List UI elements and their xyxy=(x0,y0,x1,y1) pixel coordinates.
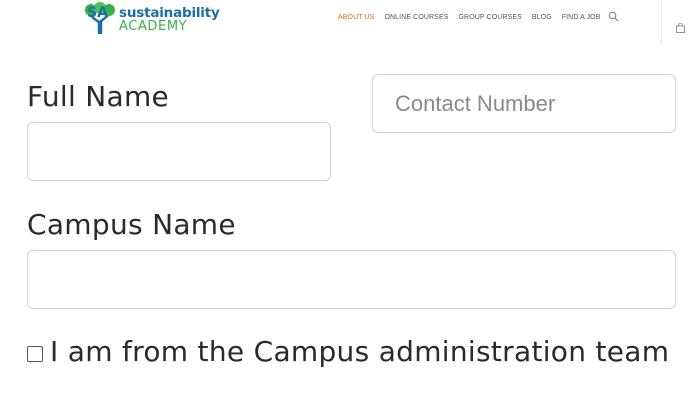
site-header: SA sustainability ACADEMY ABOUT US ONLIN… xyxy=(0,0,700,44)
campus-name-label: Campus Name xyxy=(27,208,236,241)
logo-tree-icon: SA xyxy=(85,2,115,34)
site-logo[interactable]: SA sustainability ACADEMY xyxy=(82,2,222,34)
full-name-label: Full Name xyxy=(27,80,170,113)
logo-text-line2: ACADEMY xyxy=(119,19,188,34)
admin-team-checkbox[interactable] xyxy=(27,346,43,362)
contact-number-input[interactable] xyxy=(372,74,676,133)
search-icon[interactable] xyxy=(608,11,619,22)
header-divider xyxy=(661,0,662,44)
admin-team-checkbox-label[interactable]: I am from the Campus administration team xyxy=(50,335,669,368)
nav-item-group-courses[interactable]: GROUP COURSES xyxy=(459,12,522,24)
campus-name-input[interactable] xyxy=(27,250,676,309)
nav-item-blog[interactable]: BLOG xyxy=(532,12,552,24)
logo-mark-text: SA xyxy=(87,5,108,21)
nav-item-online-courses[interactable]: ONLINE COURSES xyxy=(384,12,448,24)
shopping-bag-icon[interactable] xyxy=(676,23,685,33)
full-name-input[interactable] xyxy=(27,122,331,181)
nav-item-about-us[interactable]: ABOUT US xyxy=(338,12,374,24)
main-nav: ABOUT US ONLINE COURSES GROUP COURSES BL… xyxy=(338,12,611,24)
nav-item-find-a-job[interactable]: FIND A JOB xyxy=(562,12,601,24)
